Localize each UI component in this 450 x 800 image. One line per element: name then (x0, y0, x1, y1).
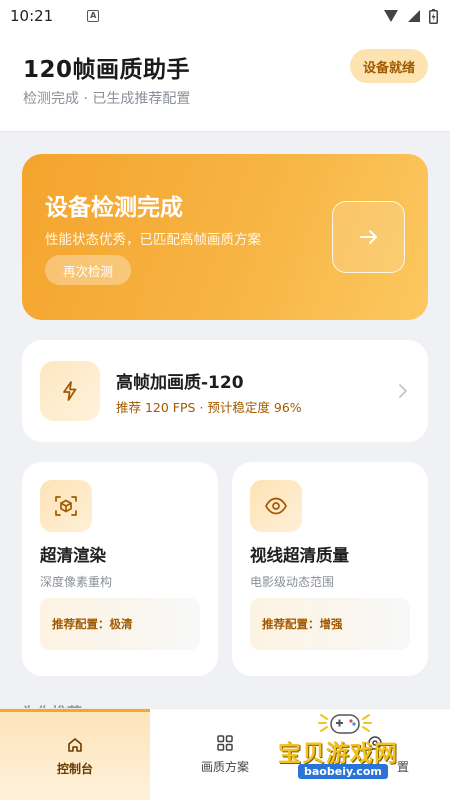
preset-meta: 推荐 120 FPS · 预计稳定度 96% (116, 400, 302, 415)
status-time: 10:21 (10, 7, 54, 25)
device-ready-badge: 设备就绪 (349, 49, 428, 83)
page-subtitle: 检测完成 · 已生成推荐配置 (23, 91, 191, 107)
status-icons (383, 8, 438, 24)
feature-title: 超清渲染 (40, 546, 106, 565)
page-title: 120帧画质助手 (23, 57, 191, 83)
cell-signal-icon (408, 10, 420, 22)
arrow-right-icon (359, 230, 377, 244)
nav-label: 画质方案 (200, 760, 249, 774)
feature-desc: 电影级动态范围 (250, 575, 335, 589)
app-header: 120帧画质助手 检测完成 · 已生成推荐配置 设备就绪 (0, 32, 450, 132)
chevron-right-icon (399, 384, 407, 398)
watermark-url: baobeiy.com (298, 764, 388, 779)
preset-card[interactable]: 高帧加画质-120 推荐 120 FPS · 预计稳定度 96% (22, 340, 428, 442)
battery-icon (429, 8, 438, 24)
feature-card-vision[interactable]: 视线超清质量 电影级动态范围 推荐配置：增强 (232, 462, 428, 676)
home-icon (68, 737, 82, 752)
hero-title: 设备检测完成 (45, 195, 183, 221)
redetect-button[interactable]: 再次检测 (45, 255, 132, 285)
feature-desc: 深度像素重构 (40, 575, 113, 589)
notification-icon: A (87, 10, 100, 22)
feature-config: 推荐配置：增强 (250, 598, 410, 650)
grid-icon (217, 735, 233, 751)
nav-item-console[interactable]: 控制台 (0, 709, 150, 800)
hero-arrow-button[interactable] (332, 201, 405, 273)
preset-icon-box (40, 361, 100, 421)
feature-icon-box (250, 480, 302, 532)
preset-title: 高帧加画质-120 (116, 373, 244, 393)
nav-label: 控制台 (56, 761, 93, 776)
watermark-text: 宝贝游戏网 (278, 741, 398, 767)
signal-icon (384, 10, 398, 22)
status-bar: 10:21 A (0, 0, 450, 32)
feature-card-render[interactable]: 超清渲染 深度像素重构 推荐配置：极清 (22, 462, 218, 676)
detection-complete-card[interactable]: 设备检测完成 性能状态优秀，已匹配高帧画质方案 再次检测 (22, 154, 428, 320)
cube-scan-icon (55, 496, 77, 516)
feature-icon-box (40, 480, 92, 532)
lightning-icon (63, 381, 77, 401)
hero-description: 性能状态优秀，已匹配高帧画质方案 (45, 232, 261, 248)
eye-icon (265, 497, 287, 515)
feature-title: 视线超清质量 (250, 546, 349, 565)
watermark-logo: 宝贝游戏网 baobeiy.com (275, 713, 435, 783)
feature-config: 推荐配置：极清 (40, 598, 200, 650)
